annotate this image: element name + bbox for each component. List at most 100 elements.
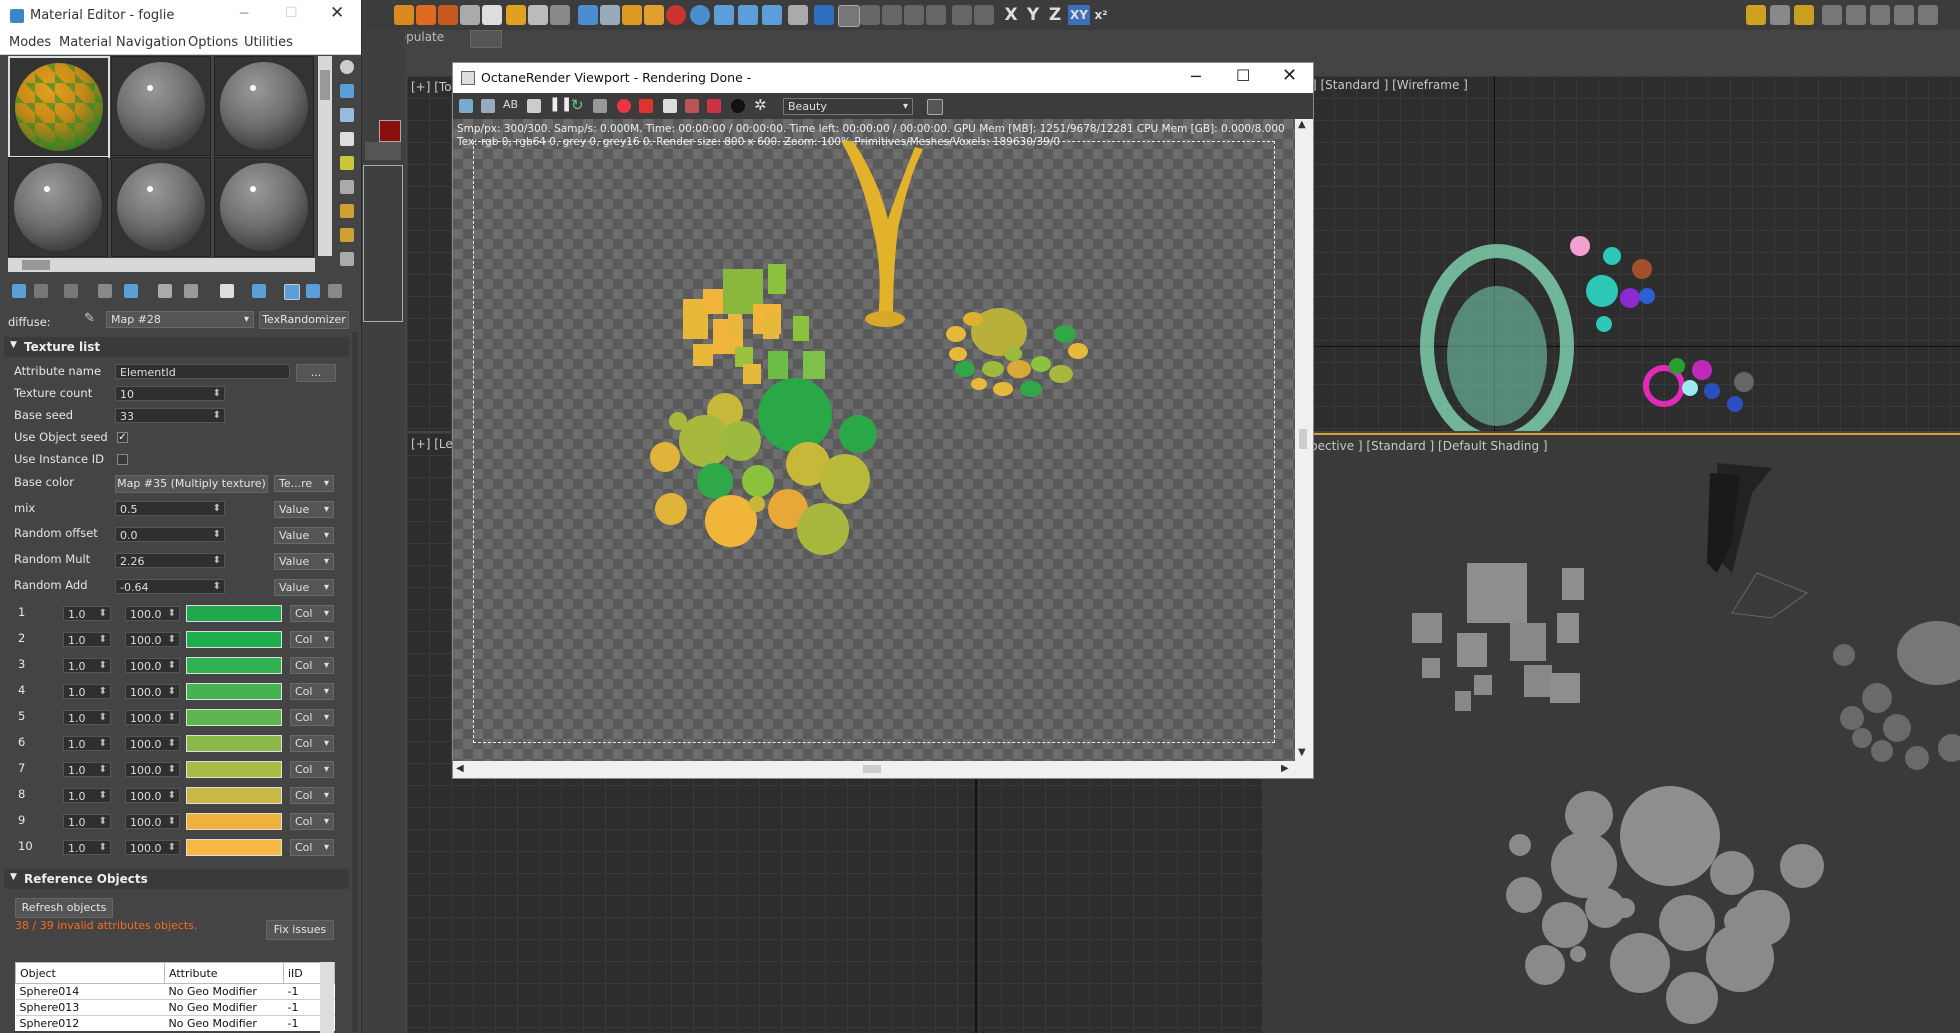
texture-row-color-swatch[interactable] bbox=[186, 631, 282, 648]
copy-icon[interactable] bbox=[481, 99, 495, 113]
sample-slot-2[interactable] bbox=[111, 56, 211, 156]
render-pass-dropdown[interactable]: Beauty bbox=[783, 98, 913, 115]
camera-icon[interactable] bbox=[707, 99, 721, 113]
viewport-wireframe[interactable]: ] [Standard ] [Wireframe ] bbox=[1312, 76, 1960, 431]
preview-icon[interactable] bbox=[340, 180, 354, 194]
column-header-object[interactable]: Object bbox=[15, 962, 165, 984]
menu-options[interactable]: Options bbox=[188, 35, 238, 50]
mix-mode-dropdown[interactable]: Value bbox=[274, 501, 334, 518]
texture-row-mode-dropdown[interactable]: Col bbox=[290, 709, 334, 726]
texture-row-mode-dropdown[interactable]: Col bbox=[290, 631, 334, 648]
light-icon[interactable] bbox=[506, 5, 526, 25]
snap6-icon[interactable] bbox=[974, 5, 994, 25]
texture-icon[interactable] bbox=[644, 5, 664, 25]
gear-icon[interactable]: ✲ bbox=[754, 96, 767, 114]
eyedropper-icon[interactable]: ✎ bbox=[84, 311, 95, 326]
texture-row-percent-spinner[interactable]: 100.0 bbox=[125, 788, 180, 803]
base-seed-spinner[interactable]: 33 bbox=[115, 408, 225, 423]
backlight-icon[interactable] bbox=[340, 84, 354, 98]
attribute-browse-button[interactable]: ... bbox=[296, 364, 336, 382]
axis-z-button[interactable]: Z bbox=[1044, 5, 1066, 25]
fit-icon[interactable] bbox=[927, 99, 943, 115]
texture-row-color-swatch[interactable] bbox=[186, 813, 282, 830]
color-swatch[interactable] bbox=[379, 120, 401, 142]
texture-row-percent-spinner[interactable]: 100.0 bbox=[125, 684, 180, 699]
sphere-icon[interactable] bbox=[690, 5, 710, 25]
go-sibling-icon[interactable] bbox=[328, 284, 342, 298]
texture-row-weight-spinner[interactable]: 1.0 bbox=[63, 632, 111, 647]
random-mult-mode-dropdown[interactable]: Value bbox=[274, 553, 334, 570]
ribbon-toggle[interactable] bbox=[470, 30, 502, 48]
sample-slot-1[interactable] bbox=[8, 56, 110, 158]
brush-icon[interactable] bbox=[460, 5, 480, 25]
sample-slot-3[interactable] bbox=[214, 56, 314, 156]
texture-row-percent-spinner[interactable]: 100.0 bbox=[125, 762, 180, 777]
random-offset-spinner[interactable]: 0.0 bbox=[115, 527, 225, 542]
texture-row-mode-dropdown[interactable]: Col bbox=[290, 787, 334, 804]
texture-row-color-swatch[interactable] bbox=[186, 605, 282, 622]
show-map-icon[interactable] bbox=[252, 284, 266, 298]
table-row[interactable]: Sphere014 No Geo Modifier -1 bbox=[15, 983, 335, 1000]
use-instance-id-checkbox[interactable] bbox=[117, 454, 128, 465]
env-icon[interactable] bbox=[731, 99, 745, 113]
render-icon[interactable] bbox=[528, 5, 548, 25]
edit-icon[interactable] bbox=[482, 5, 502, 25]
menu-navigation[interactable]: Navigation bbox=[116, 35, 186, 50]
object-icon[interactable] bbox=[600, 5, 620, 25]
snap2-icon[interactable] bbox=[882, 5, 902, 25]
rb-icon[interactable] bbox=[814, 5, 834, 25]
texture-row-percent-spinner[interactable]: 100.0 bbox=[125, 736, 180, 751]
texture-count-spinner[interactable]: 10 bbox=[115, 386, 225, 401]
record-icon[interactable] bbox=[666, 5, 686, 25]
texture-row-mode-dropdown[interactable]: Col bbox=[290, 657, 334, 674]
texture-row-mode-dropdown[interactable]: Col bbox=[290, 839, 334, 856]
grid3-icon[interactable] bbox=[1870, 5, 1890, 25]
select-by-material-icon[interactable] bbox=[340, 228, 354, 242]
reference-objects-header[interactable]: ▼ Reference Objects bbox=[4, 869, 349, 889]
minimize-icon[interactable]: ─ bbox=[240, 6, 248, 22]
close-icon[interactable]: ✕ bbox=[1282, 65, 1297, 86]
texture-row-percent-spinner[interactable]: 100.0 bbox=[125, 710, 180, 725]
sample-slot-6[interactable] bbox=[214, 157, 314, 257]
sky-icon[interactable] bbox=[738, 5, 758, 25]
tool-icon[interactable] bbox=[1770, 5, 1790, 25]
texture-row-mode-dropdown[interactable]: Col bbox=[290, 683, 334, 700]
attribute-name-field[interactable]: ElementId bbox=[115, 364, 290, 379]
grid4-icon[interactable] bbox=[1894, 5, 1914, 25]
axis-x-button[interactable]: X bbox=[1000, 5, 1022, 25]
get-material-icon[interactable] bbox=[12, 284, 26, 298]
fire-icon[interactable] bbox=[416, 5, 436, 25]
slots-vscrollbar[interactable] bbox=[318, 56, 332, 256]
menu-modes[interactable]: Modes bbox=[9, 35, 51, 50]
map-type-button[interactable]: TexRandomizer bbox=[259, 311, 349, 329]
list-box[interactable] bbox=[363, 165, 403, 322]
snap4-icon[interactable] bbox=[926, 5, 946, 25]
pin-icon[interactable] bbox=[1746, 5, 1766, 25]
options-icon[interactable] bbox=[340, 204, 354, 218]
refresh-objects-button[interactable]: Refresh objects bbox=[15, 898, 113, 918]
pause-icon[interactable]: ❚❚ bbox=[549, 96, 572, 112]
texture-row-mode-dropdown[interactable]: Col bbox=[290, 605, 334, 622]
teapot-icon[interactable] bbox=[578, 5, 598, 25]
ab-compare-button[interactable]: AB bbox=[503, 98, 518, 111]
use-object-seed-checkbox[interactable]: ✓ bbox=[117, 432, 128, 443]
texture-row-percent-spinner[interactable]: 100.0 bbox=[125, 658, 180, 673]
material-icon[interactable] bbox=[622, 5, 642, 25]
texture-row-weight-spinner[interactable]: 1.0 bbox=[63, 840, 111, 855]
texture-row-mode-dropdown[interactable]: Col bbox=[290, 761, 334, 778]
fire2-icon[interactable] bbox=[438, 5, 458, 25]
table-row[interactable]: Sphere013 No Geo Modifier -1 bbox=[15, 999, 335, 1016]
viewport-perspective[interactable]: pective ] [Standard ] [Default Shading ] bbox=[1262, 433, 1960, 1033]
snap-icon[interactable] bbox=[860, 5, 880, 25]
bookmark-icon[interactable] bbox=[1794, 5, 1814, 25]
canvas-hscrollbar[interactable]: ◀ ▶ bbox=[453, 761, 1295, 777]
texture-row-weight-spinner[interactable]: 1.0 bbox=[63, 788, 111, 803]
texture-row-color-swatch[interactable] bbox=[186, 787, 282, 804]
film-icon[interactable] bbox=[663, 99, 677, 113]
viewport-left-label[interactable]: [+] [Le bbox=[411, 437, 453, 451]
fix-issues-button[interactable]: Fix issues bbox=[266, 920, 334, 940]
texture-row-color-swatch[interactable] bbox=[186, 657, 282, 674]
settings-icon[interactable] bbox=[685, 99, 699, 113]
help-icon[interactable] bbox=[788, 5, 808, 25]
texture-row-weight-spinner[interactable]: 1.0 bbox=[63, 736, 111, 751]
